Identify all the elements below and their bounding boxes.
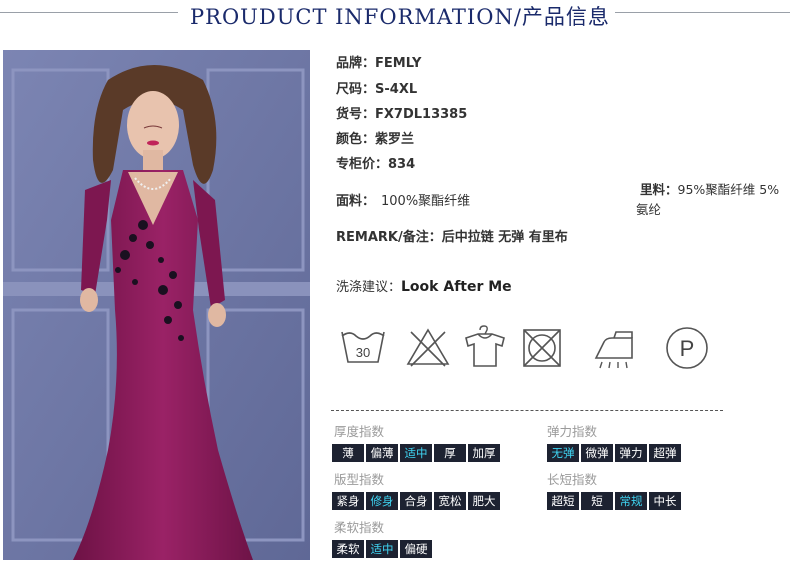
thickness-index-title: 厚度指数 xyxy=(334,424,385,439)
product-photo xyxy=(3,50,310,560)
spec-brand-label: 品牌： xyxy=(336,56,376,71)
spec-brand: 品牌：FEMLY xyxy=(336,52,421,71)
softness-index-title: 柔软指数 xyxy=(334,520,385,535)
length-index-title: 长短指数 xyxy=(547,472,598,487)
thickness-option: 偏薄 xyxy=(366,444,398,462)
spec-remark-label: REMARK/备注： xyxy=(336,230,442,245)
elasticity-option-selected: 无弹 xyxy=(547,444,579,462)
model-illustration xyxy=(3,50,310,560)
spec-sku: 货号：FX7DL13385 xyxy=(336,103,467,122)
spec-fabric: 面料： 100%聚酯纤维 xyxy=(336,190,470,209)
spec-brand-value: FEMLY xyxy=(375,56,422,71)
spec-sku-label: 货号： xyxy=(336,107,376,122)
no-tumble-dry-icon xyxy=(518,322,568,372)
dry-clean-p-icon: P xyxy=(662,322,712,372)
header-rule-right xyxy=(615,12,790,13)
fit-option: 紧身 xyxy=(332,492,364,510)
spec-wash-label: 洗涤建议： xyxy=(336,280,402,295)
spec-fabric-label: 面料： xyxy=(336,194,376,209)
header-rule-left xyxy=(0,12,178,13)
spec-price-label: 专柜价： xyxy=(336,157,389,172)
elasticity-option: 超弹 xyxy=(649,444,681,462)
elasticity-index-title: 弹力指数 xyxy=(547,424,598,439)
hang-dry-icon xyxy=(460,322,510,372)
no-bleach-icon xyxy=(403,322,453,372)
thickness-option: 加厚 xyxy=(468,444,500,462)
spec-lining: 里料：95%聚酯纤维 5%氨纶 xyxy=(636,180,790,220)
spec-fabric-value: 100%聚酯纤维 xyxy=(381,194,471,209)
wash-temp-label: 30 xyxy=(356,345,370,360)
thickness-index-options: 薄 偏薄 适中 厚 加厚 xyxy=(332,444,500,462)
page-title: PROUDUCT INFORMATION/产品信息 xyxy=(190,5,610,29)
fit-index-options: 紧身 修身 合身 宽松 肥大 xyxy=(332,492,500,510)
spec-remark: REMARK/备注：后中拉链 无弹 有里布 xyxy=(336,226,568,245)
spec-remark-value: 后中拉链 无弹 有里布 xyxy=(441,230,568,245)
spec-color-value: 紫罗兰 xyxy=(375,132,415,147)
spec-wash: 洗涤建议：Look After Me xyxy=(336,276,512,295)
length-option: 中长 xyxy=(649,492,681,510)
softness-option: 柔软 xyxy=(332,540,364,558)
spec-wash-value: Look After Me xyxy=(401,279,512,295)
softness-index-options: 柔软 适中 偏硬 xyxy=(332,540,432,558)
elasticity-index-options: 无弹 微弹 弹力 超弹 xyxy=(547,444,681,462)
fit-option: 合身 xyxy=(400,492,432,510)
iron-low-icon xyxy=(592,322,642,372)
spec-lining-label: 里料： xyxy=(640,182,678,197)
softness-option-selected: 适中 xyxy=(366,540,398,558)
spec-price: 专柜价：834 xyxy=(336,153,415,172)
spec-color: 颜色：紫罗兰 xyxy=(336,128,414,147)
section-divider xyxy=(331,410,723,411)
elasticity-option: 弹力 xyxy=(615,444,647,462)
wash-30-icon: 30 xyxy=(338,322,388,372)
spec-price-value: 834 xyxy=(388,157,416,172)
thickness-option: 薄 xyxy=(332,444,364,462)
length-index-options: 超短 短 常规 中长 xyxy=(547,492,681,510)
thickness-option: 厚 xyxy=(434,444,466,462)
spec-sku-value: FX7DL13385 xyxy=(375,107,468,122)
spec-size-value: S-4XL xyxy=(375,82,418,97)
length-option: 短 xyxy=(581,492,613,510)
elasticity-option: 微弹 xyxy=(581,444,613,462)
thickness-option-selected: 适中 xyxy=(400,444,432,462)
fit-option-selected: 修身 xyxy=(366,492,398,510)
length-option: 超短 xyxy=(547,492,579,510)
fit-option: 宽松 xyxy=(434,492,466,510)
fit-index-title: 版型指数 xyxy=(334,472,385,487)
spec-size: 尺码：S-4XL xyxy=(336,78,417,97)
dry-clean-letter: P xyxy=(680,336,695,361)
spec-color-label: 颜色： xyxy=(336,132,376,147)
fit-option: 肥大 xyxy=(468,492,500,510)
length-option-selected: 常规 xyxy=(615,492,647,510)
spec-size-label: 尺码： xyxy=(336,82,376,97)
softness-option: 偏硬 xyxy=(400,540,432,558)
